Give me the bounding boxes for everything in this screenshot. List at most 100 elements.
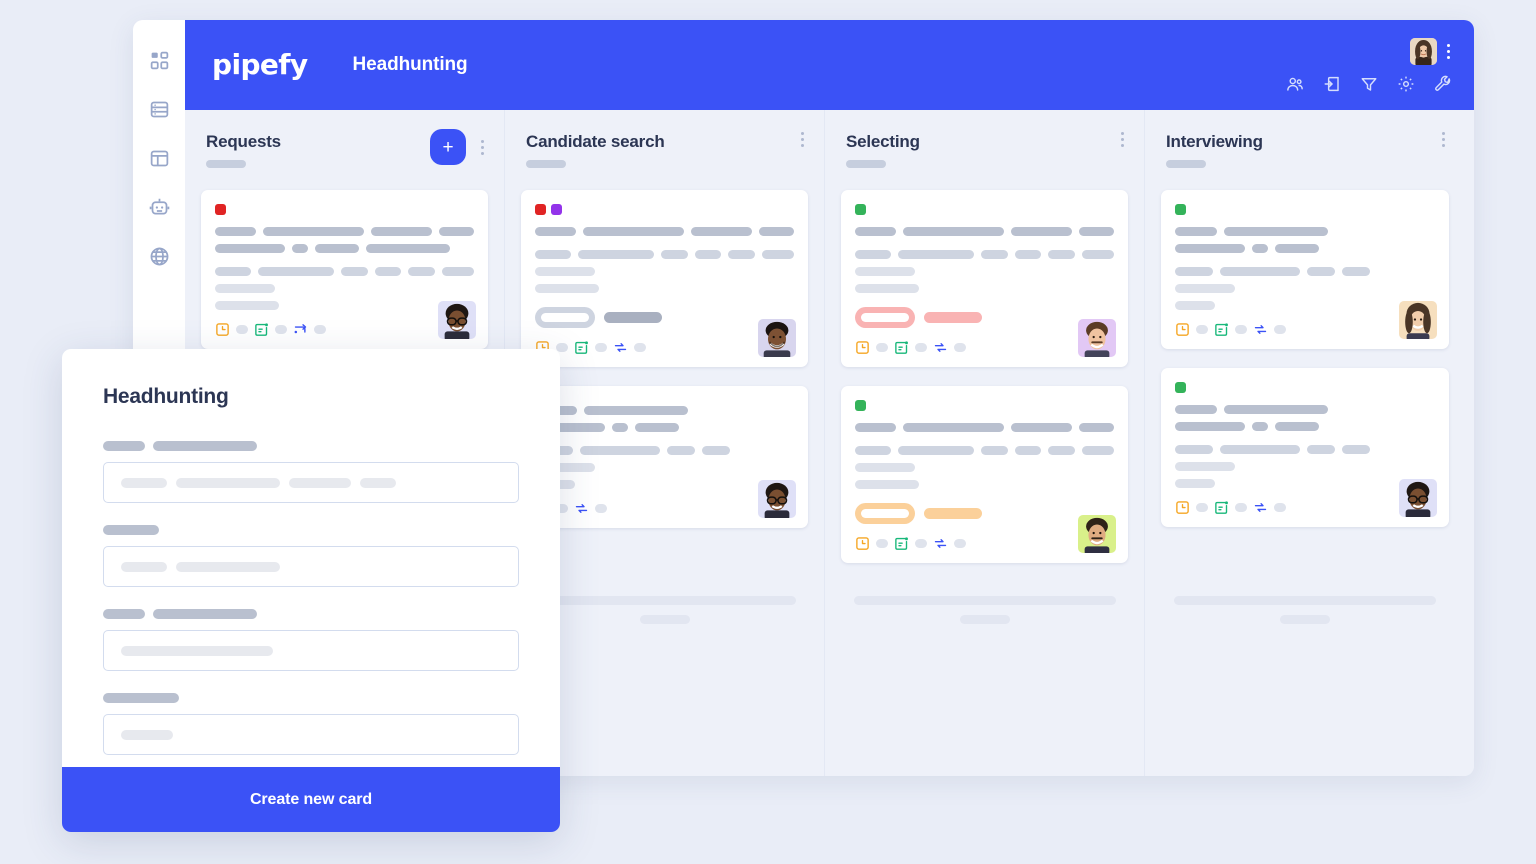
card-labels [535,204,794,215]
card-meta [855,340,1114,355]
apps-grid-icon [149,50,170,71]
card-meta-skeleton [1274,325,1286,334]
field-label-skeleton [103,693,519,703]
card[interactable] [1161,368,1449,527]
column-title: Candidate search [526,132,665,151]
card-meta [535,340,794,355]
card-meta-skeleton [915,539,927,548]
sidebar-item-globe[interactable] [147,244,171,268]
card[interactable] [841,190,1128,367]
field-input[interactable] [103,630,519,671]
form-field [103,441,519,503]
create-new-card-button[interactable]: Create new card [62,767,560,832]
top-bar-avatar-row [1410,37,1452,65]
column-actions [1118,129,1127,150]
column-kebab-menu-icon[interactable] [1439,129,1448,150]
column-actions: + [430,129,487,165]
calendar-check-icon [254,322,269,337]
field-input[interactable] [103,462,519,503]
avatar[interactable] [1410,37,1437,65]
card-meta-skeleton [556,343,568,352]
card-label-dot [535,204,546,215]
column-kebab-menu-icon[interactable] [1118,129,1127,150]
card[interactable] [521,190,808,367]
column-count-skeleton [206,160,246,169]
card-meta-skeleton [1196,325,1208,334]
layout-panel-icon [149,148,170,169]
column-count-skeleton [846,160,886,169]
card-badge-bar [924,508,982,519]
add-card-button[interactable]: + [430,129,466,165]
card-labels [1175,382,1435,393]
card[interactable] [201,190,488,349]
column-title: Interviewing [1166,132,1263,151]
card-meta-skeleton [876,343,888,352]
card-meta-skeleton [876,539,888,548]
pipefy-logo[interactable]: pipefy [212,51,308,79]
card-labels [1175,204,1435,215]
card[interactable] [1161,190,1449,349]
create-card-modal: Headhunting Create new card [62,349,560,832]
card-meta-skeleton [236,325,248,334]
card-meta-skeleton [1196,503,1208,512]
calendar-check-icon [894,536,909,551]
card-meta-skeleton [954,539,966,548]
wrench-icon[interactable] [1434,75,1452,93]
top-bar-right [1286,20,1452,110]
filter-icon[interactable] [1360,75,1378,93]
card-meta [855,536,1114,551]
clock-square-icon [1175,500,1190,515]
column-header: Selecting [825,110,1144,184]
column-header: Requests + [185,110,504,184]
modal-title: Headhunting [103,385,229,408]
column-actions [1439,129,1448,150]
sync-refresh-icon [1253,322,1268,337]
sidebar-item-database[interactable] [147,97,171,121]
robot-automation-icon [149,197,170,218]
card[interactable] [841,386,1128,563]
board-column-interviewing: Interviewing [1145,110,1465,776]
sidebar-item-apps-grid[interactable] [147,48,171,72]
card-labels [215,204,474,215]
card-meta [215,322,474,337]
field-input[interactable] [103,546,519,587]
card-badge [855,307,915,328]
card-avatar [1078,515,1116,553]
card-meta-skeleton [275,325,287,334]
modal-body: Headhunting [62,349,560,755]
card-meta-skeleton [915,343,927,352]
card-meta-skeleton [1235,325,1247,334]
board-column-selecting: Selecting [825,110,1145,776]
calendar-check-icon [1214,322,1229,337]
sidebar-item-automation[interactable] [147,195,171,219]
form-field [103,693,519,755]
field-input[interactable] [103,714,519,755]
top-bar: pipefy Headhunting [185,20,1474,110]
settings-gear-icon[interactable] [1397,75,1415,93]
flow-connect-icon [293,322,308,337]
inbox-import-icon[interactable] [1323,75,1341,93]
card-badge-bar [924,312,982,323]
card-meta [1175,500,1435,515]
members-icon[interactable] [1286,75,1304,93]
calendar-check-icon [574,340,589,355]
column-count-skeleton [1166,160,1206,169]
clock-square-icon [1175,322,1190,337]
column-kebab-menu-icon[interactable] [798,129,807,150]
card-avatar [758,319,796,357]
column-cards [1145,184,1465,776]
database-icon [149,99,170,120]
card-badge [855,503,915,524]
card[interactable] [521,386,808,528]
column-kebab-menu-icon[interactable] [478,137,487,158]
card-label-dot [1175,204,1186,215]
globe-icon [149,246,170,267]
sidebar-item-layout-panel[interactable] [147,146,171,170]
card-label-dot [215,204,226,215]
top-bar-kebab-menu-icon[interactable] [1445,42,1452,61]
card-meta-skeleton [954,343,966,352]
card-meta [1175,322,1435,337]
card-meta [535,501,794,516]
field-label-skeleton [103,609,519,619]
column-title: Selecting [846,132,920,151]
